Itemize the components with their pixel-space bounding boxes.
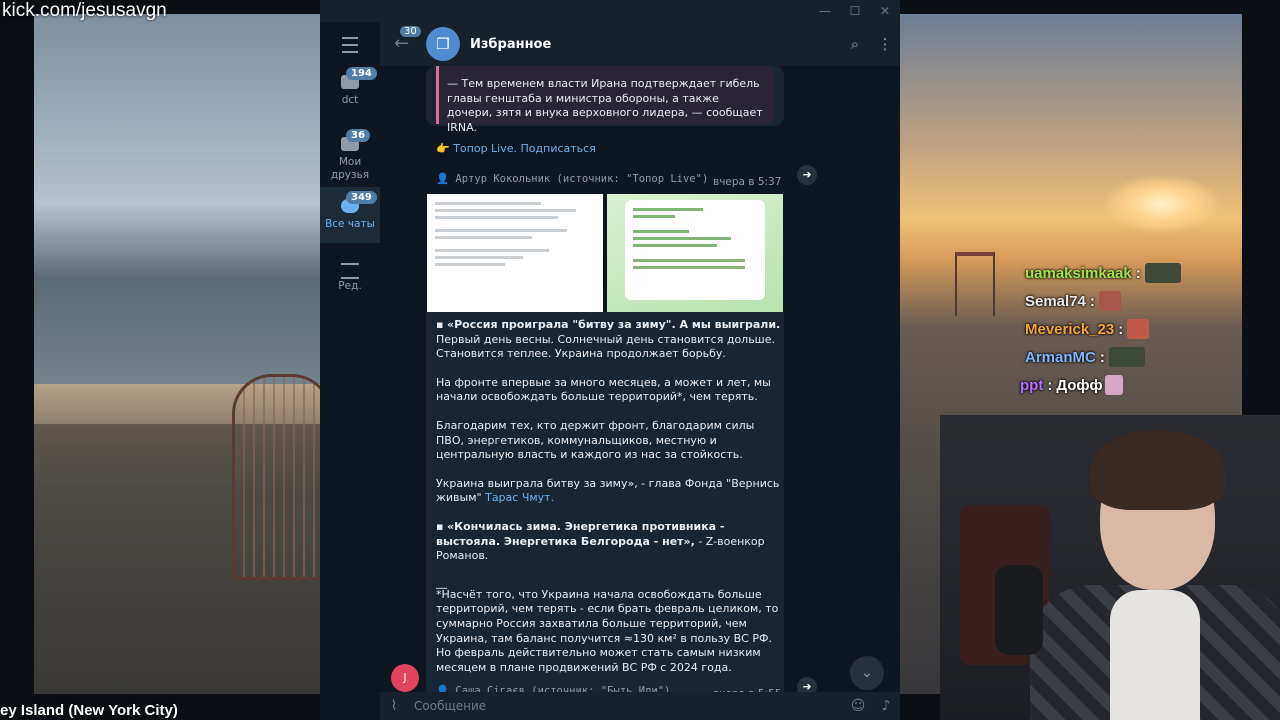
more-icon[interactable]: ⋮ [870, 35, 900, 53]
paragraph: ▪ «Кончилась зима. Энергетика противника… [436, 520, 781, 564]
scroll-down-button[interactable]: ⌄ [850, 656, 884, 690]
chat-title[interactable]: Избранное [470, 37, 551, 52]
chat-separator: : [1089, 292, 1095, 310]
bold-text: «Россия проиграла "битву за зиму". А мы … [446, 318, 781, 331]
stream-caption: ey Island (New York City) [0, 702, 178, 719]
chat-text: Дофф [1056, 376, 1103, 394]
unread-badge: 349 [346, 191, 377, 204]
unread-badge: 194 [346, 67, 377, 80]
streamer-tshirt [1110, 590, 1200, 720]
emote-icon [1104, 375, 1123, 395]
window-controls: — ☐ ✕ [810, 0, 900, 22]
message-signature: 👤 Артур Кокольник (источник: "Топор Live… [436, 172, 708, 185]
telegram-window: — ☐ ✕ 194 dct 36 Мои друзья 349 Все чаты… [320, 0, 900, 720]
microphone-icon[interactable]: ♪ [872, 698, 900, 714]
chat-username: ArmanMC [1025, 348, 1096, 366]
chat-separator: : [1099, 348, 1105, 366]
emoji-icon[interactable]: ☺ [844, 698, 872, 714]
chat-message: ppt : Дофф [1020, 371, 1250, 399]
search-icon[interactable]: ⌕ [840, 35, 870, 53]
chevron-down-icon: ⌄ [861, 665, 873, 681]
divider-text: __ [436, 575, 447, 589]
sea [34, 279, 334, 384]
paragraph: На фронте впервые за много месяцев, а мо… [436, 375, 771, 404]
folder-friends[interactable]: 36 Мои друзья [320, 125, 380, 181]
sliders-icon [341, 263, 359, 279]
unread-badge: 36 [346, 129, 370, 142]
paragraph: Украина выиграла битву за зиму», - глава… [436, 477, 781, 506]
signature-text: Артур Кокольник (источник: "Топор Live") [455, 173, 709, 185]
streamer-hair [1090, 430, 1225, 510]
stream-chat-overlay: uamaksimkaak : Semal74 : Meverick_23 : A… [1020, 259, 1250, 399]
chat-separator: : [1047, 376, 1053, 394]
phone-emoji-icon: ▪ [436, 519, 444, 533]
roller-coaster [232, 374, 332, 580]
bold-text: «Кончилась зима. Энергетика противника -… [436, 519, 725, 548]
sunset-glow [1102, 174, 1222, 234]
quote-block: — Тем временем власти Ирана подтверждает… [436, 66, 774, 134]
paragraph-text: Первый день весны. Солнечный день станов… [436, 332, 776, 361]
chat-header: ← 30 ❒ Избранное ⌕ ⋮ [380, 22, 900, 66]
promo-line: 👉 Топор Live. Подписаться [436, 142, 596, 157]
emote-icon [1127, 319, 1150, 339]
phone-emoji-icon: ▪ [436, 318, 444, 331]
folder-sidebar: 194 dct 36 Мои друзья 349 Все чаты Ред. [320, 22, 380, 720]
pointing-hand-icon: 👉 [436, 142, 450, 155]
webcam-feed [940, 415, 1280, 720]
parachute-tower [955, 252, 995, 316]
folder-label: Все чаты [325, 218, 375, 230]
folder-label: Ред. [338, 280, 362, 292]
stream-url: kick.com/jesusavgn [2, 0, 167, 21]
minimize-button[interactable]: — [810, 0, 840, 22]
folder-all-chats[interactable]: 349 Все чаты [320, 187, 380, 243]
microphone [995, 565, 1043, 655]
attached-image[interactable] [607, 194, 783, 312]
author-link[interactable]: Тарас Чмут. [485, 491, 554, 504]
message-composer: ⌇ Сообщение ☺ ♪ [380, 692, 900, 720]
subscribe-link[interactable]: Подписаться [521, 142, 596, 155]
chat-message: uamaksimkaak : [1020, 259, 1250, 287]
attached-image[interactable] [427, 194, 603, 312]
chat-message: Meverick_23 : [1020, 315, 1250, 343]
message-body: ▪ «Россия проиграла "битву за зиму". А м… [436, 318, 781, 675]
chat-message: Semal74 : [1020, 287, 1250, 315]
folder-label: Мои друзья [330, 156, 370, 181]
menu-icon[interactable] [342, 37, 358, 53]
chat-username: Meverick_23 [1025, 320, 1115, 338]
emote-icon [1098, 291, 1121, 311]
user-icon: 👤 [436, 173, 450, 185]
paragraph: Благодарим тех, кто держит фронт, благод… [436, 418, 755, 462]
paragraph: ▪ «Россия проиграла "битву за зиму". А м… [436, 318, 781, 362]
chat-separator: : [1118, 320, 1124, 338]
emote-icon [1144, 263, 1181, 283]
folder-dct[interactable]: 194 dct [320, 63, 380, 119]
saved-messages-avatar[interactable]: ❒ [426, 27, 460, 61]
maximize-button[interactable]: ☐ [840, 0, 870, 22]
emote-icon [1108, 347, 1145, 367]
message-time: вчера в 5:37 [713, 176, 782, 188]
footnote: *Насчёт того, что Украина начала освобож… [436, 587, 779, 674]
chat-username: Semal74 [1025, 292, 1086, 310]
attach-icon[interactable]: ⌇ [380, 698, 408, 714]
chat-message: ArmanMC : [1020, 343, 1250, 371]
chat-separator: : [1135, 264, 1141, 282]
chat-username: uamaksimkaak [1025, 264, 1132, 282]
message-input[interactable]: Сообщение [414, 699, 844, 713]
folder-label: dct [341, 94, 359, 106]
forward-icon[interactable]: ➜ [797, 165, 817, 185]
unread-badge: 30 [400, 26, 421, 37]
chat-username: ppt [1020, 376, 1044, 394]
sender-avatar[interactable]: J [391, 664, 419, 692]
close-button[interactable]: ✕ [870, 0, 900, 22]
bookmark-icon: ❒ [436, 35, 450, 53]
channel-link[interactable]: Топор Live. [453, 142, 517, 155]
stream-scene-left [34, 14, 334, 694]
folder-edit[interactable]: Ред. [320, 249, 380, 305]
